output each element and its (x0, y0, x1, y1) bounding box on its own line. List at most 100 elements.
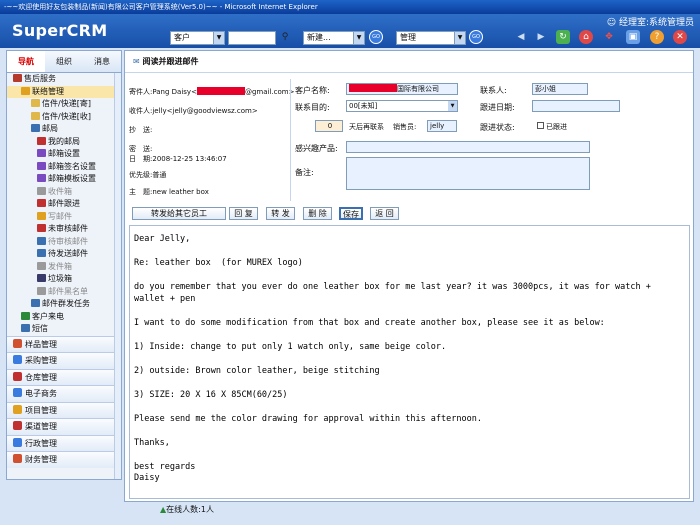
save-button[interactable]: 保存 (339, 207, 363, 220)
sidebar-item[interactable]: 待审核邮件 (7, 236, 121, 249)
sidebar-item[interactable]: 邮件跟进 (7, 198, 121, 211)
sidebar-item-label: 信件/快递[收] (42, 111, 91, 121)
sidebar-item[interactable]: 未审核邮件 (7, 223, 121, 236)
forward-button[interactable]: 转 发 (266, 207, 295, 220)
sidebar-item-label: 邮局 (42, 124, 58, 133)
product-field[interactable] (346, 141, 590, 153)
sender-name: Pang Daisy< (152, 88, 197, 96)
sidebar-item-label: 待发送邮件 (48, 249, 88, 258)
manage-select[interactable]: 管理 ▼ (396, 31, 466, 45)
sidebar-group[interactable]: 样品管理 (7, 335, 121, 352)
purpose-value: 00[未知] (349, 102, 378, 110)
sidebar-item[interactable]: 邮件黑名单 (7, 286, 121, 299)
return-button[interactable]: 返 回 (370, 207, 399, 220)
sidebar-group[interactable]: 行政管理 (7, 434, 121, 451)
recipient-value: jelly<jelly@goodviewsz.com> (152, 107, 258, 115)
email-paragraph: 3) SIZE: 20 X 16 X 85CM(60/25) (134, 389, 288, 400)
sidebar-group[interactable]: 项目管理 (7, 401, 121, 418)
tab-messages[interactable]: 消息 (83, 51, 121, 72)
sidebar-group[interactable]: 渠道管理 (7, 418, 121, 435)
sidebar-item[interactable]: 写邮件 (7, 211, 121, 224)
search-icon[interactable]: ⚲ (278, 30, 292, 44)
email-paragraph: 2) outside: Brown color leather, beige s… (134, 365, 380, 376)
sidebar-group-label: 仓库管理 (25, 372, 57, 382)
followup-done-checkbox[interactable] (537, 122, 544, 129)
folder-icon (37, 211, 46, 220)
new-select[interactable]: 新建... ▼ (303, 31, 365, 45)
contact-field[interactable]: 彭小姐 (532, 83, 588, 95)
delete-button[interactable]: 删 除 (303, 207, 332, 220)
sidebar-item[interactable]: 信件/快递[寄] (7, 98, 121, 111)
sidebar-item[interactable]: 联络管理 (7, 85, 121, 98)
email-paragraph: Thanks, (134, 437, 170, 448)
login-info: ☺ 经理室:系统管理员 (607, 15, 694, 28)
reply-button[interactable]: 回 复 (229, 207, 258, 220)
sidebar-item[interactable]: 短信 (7, 323, 121, 336)
search-input[interactable] (228, 31, 276, 45)
home-icon[interactable]: ⌂ (579, 30, 593, 44)
sidebar-group[interactable]: 仓库管理 (7, 368, 121, 385)
exit-icon[interactable]: ✕ (673, 30, 687, 44)
sidebar-group-label: 采购管理 (25, 356, 57, 365)
go-new-button[interactable]: GO (369, 30, 383, 44)
tab-navigation[interactable]: 导航 (7, 51, 45, 72)
sidebar-item[interactable]: 待发送邮件 (7, 248, 121, 261)
sidebar: 导航 组织 消息 售后服务 联络管理 信件/快递[寄] 信件/快递[收] 邮局 我的邮局邮… (6, 50, 122, 480)
sales-field[interactable]: jelly (427, 120, 457, 132)
folder-icon (21, 86, 30, 95)
email-paragraph: Re: leather box (for MUREX logo) (134, 258, 303, 268)
forward-to-staff-button[interactable]: 转发给其它员工 (132, 207, 226, 220)
help-icon[interactable]: ? (650, 30, 664, 44)
sidebar-item-label: 客户来电 (32, 311, 64, 321)
print-icon[interactable]: ▣ (626, 30, 640, 44)
sidebar-group[interactable]: 电子商务 (7, 385, 121, 402)
sidebar-item[interactable]: 邮件群发任务 (7, 298, 121, 311)
sidebar-item-label: 售后服务 (24, 74, 56, 83)
sidebar-group[interactable]: 采购管理 (7, 352, 121, 369)
followup-date-field[interactable] (532, 100, 620, 112)
product-label: 感兴趣产品: (295, 144, 338, 153)
sidebar-item[interactable]: 收件箱 (7, 186, 121, 199)
sidebar-item[interactable]: 客户来电 (7, 311, 121, 324)
sidebar-item[interactable]: 垃圾箱 (7, 273, 121, 286)
sidebar-item[interactable]: 我的邮局 (7, 136, 121, 149)
customer-name-field[interactable]: 国际有限公司 (346, 83, 458, 95)
sidebar-group-label: 财务管理 (25, 455, 57, 464)
email-paragraph: do you remember that you ever do one lea… (134, 282, 656, 304)
folder-icon (37, 224, 46, 232)
module-icon (13, 437, 22, 447)
back-arrow-icon[interactable]: ◀ (514, 30, 528, 44)
sender-label: 寄件人: (129, 88, 153, 96)
sidebar-item-label: 信件/快递[寄] (42, 99, 91, 108)
module-icon (13, 421, 22, 430)
sidebar-group-label: 行政管理 (25, 438, 57, 448)
module-select[interactable]: 客户 ▼ (170, 31, 225, 45)
sidebar-item-label: 邮件群发任务 (42, 299, 90, 308)
sidebar-item[interactable]: 邮箱签名设置 (7, 161, 121, 174)
sidebar-scrollbar[interactable] (114, 73, 121, 479)
forward-arrow-icon[interactable]: ▶ (534, 30, 548, 44)
window-titlebar: -~~欢迎使用好友包装制品(新闻)有限公司客户管理系统(Ver5.0)~~ - … (0, 0, 700, 14)
subject-label: 主 题: (129, 188, 153, 196)
sidebar-item[interactable]: 发件箱 (7, 261, 121, 274)
tab-organization[interactable]: 组织 (45, 51, 83, 72)
days-field[interactable]: 0 (315, 120, 343, 132)
folder-icon (37, 149, 46, 157)
purpose-select[interactable]: 00[未知] ▼ (346, 100, 458, 112)
sidebar-item[interactable]: 售后服务 (7, 73, 121, 86)
folder-icon (37, 161, 46, 170)
module-icon (13, 355, 22, 364)
refresh-icon[interactable]: ↻ (556, 30, 570, 44)
sidebar-group-label: 项目管理 (25, 405, 57, 415)
remark-field[interactable] (346, 157, 590, 190)
go-manage-button[interactable]: GO (469, 30, 483, 44)
sidebar-item[interactable]: 邮局 (7, 123, 121, 136)
sidebar-group[interactable]: 财务管理 (7, 451, 121, 468)
sidebar-item[interactable]: 信件/快递[收] (7, 111, 121, 124)
followup-status-label: 跟进状态: (480, 123, 515, 132)
move-icon[interactable]: ✥ (602, 30, 616, 44)
followup-date-label: 跟进日期: (480, 103, 515, 112)
sidebar-item[interactable]: 邮箱模板设置 (7, 173, 121, 186)
subject-row: 主 题:new leather box (129, 187, 209, 197)
sidebar-item[interactable]: 邮箱设置 (7, 148, 121, 161)
